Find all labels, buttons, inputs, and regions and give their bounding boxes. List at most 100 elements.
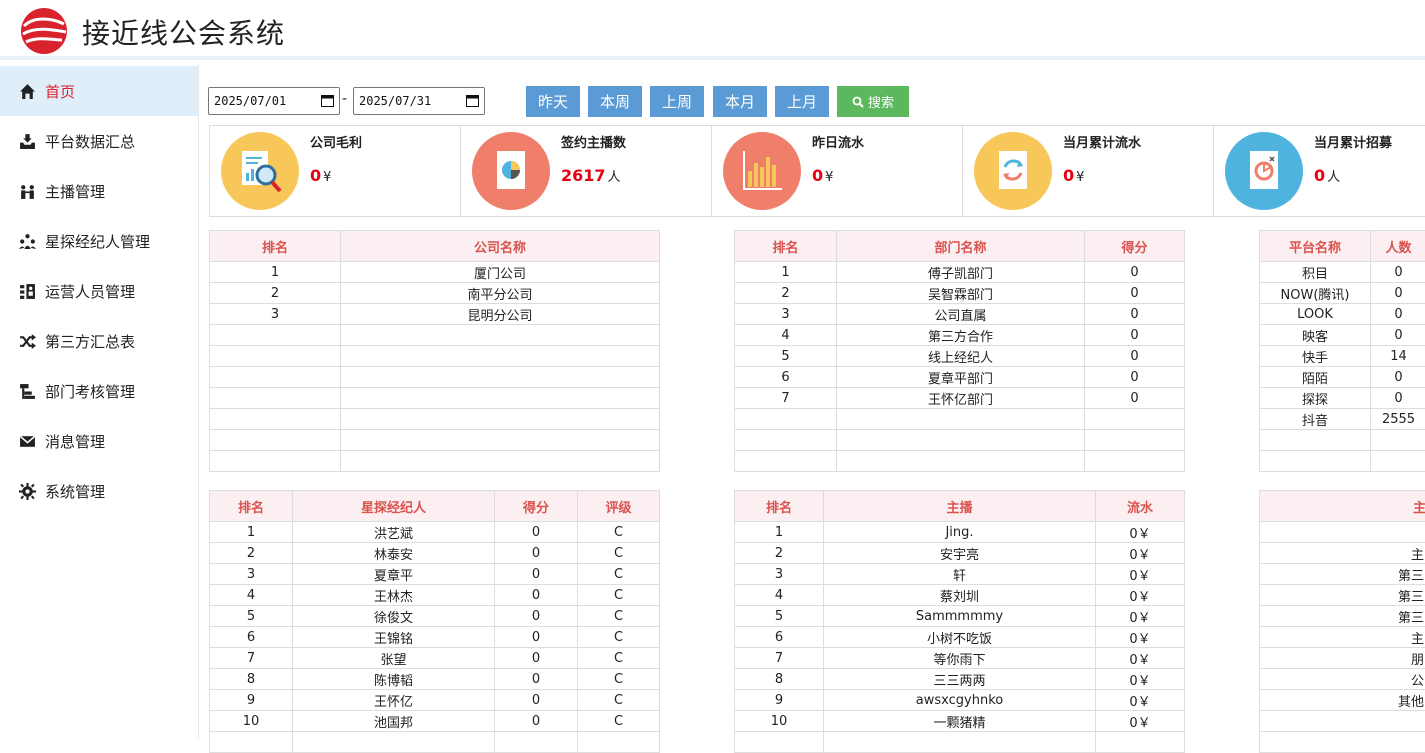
table-row: 9awsxcgyhnko0￥ bbox=[735, 690, 1185, 711]
table-cell: 1 bbox=[210, 262, 341, 283]
table-cell: 14 bbox=[1371, 346, 1425, 367]
table-cell bbox=[210, 346, 341, 367]
calendar-icon[interactable] bbox=[466, 94, 479, 107]
table-row: 10池国邦0C bbox=[210, 711, 660, 732]
sidebar-item-streamer[interactable]: 主播管理 bbox=[0, 166, 198, 216]
stat-card-gross-profit: 公司毛利 0¥ bbox=[210, 126, 461, 216]
sidebar-item-agent[interactable]: 星探经纪人管理 bbox=[0, 216, 198, 266]
start-date-input[interactable]: 2025/07/01 bbox=[208, 87, 340, 115]
date-separator: - bbox=[342, 91, 347, 107]
table-cell bbox=[1371, 451, 1425, 472]
table-cell: 5 bbox=[735, 606, 824, 627]
table-row: 4第三方合作0 bbox=[735, 325, 1185, 346]
this-month-button[interactable]: 本月 bbox=[713, 86, 767, 117]
yesterday-button[interactable]: 昨天 bbox=[526, 86, 580, 117]
company-ranking-table: 排名公司名称1厦门公司2南平分公司3昆明分公司 bbox=[209, 230, 660, 472]
stat-card-monthly-recruitment: 当月累计招募 0人 bbox=[1214, 126, 1425, 216]
table-header-row: 排名部门名称得分 bbox=[735, 231, 1185, 262]
table-cell: 0￥ bbox=[1096, 669, 1185, 690]
table-cell bbox=[837, 430, 1085, 451]
this-week-button[interactable]: 本周 bbox=[588, 86, 642, 117]
column-header: 主播 bbox=[824, 491, 1096, 522]
table-cell: 4 bbox=[735, 585, 824, 606]
stat-number: 0 bbox=[1063, 166, 1074, 185]
table-row: 抖音2555 bbox=[1260, 409, 1425, 430]
table-row: 3公司直属0 bbox=[735, 304, 1185, 325]
table-cell: 0￥ bbox=[1096, 564, 1185, 585]
table-row bbox=[1260, 711, 1425, 732]
sidebar-item-platform-summary[interactable]: 平台数据汇总 bbox=[0, 116, 198, 166]
bar-chart-icon bbox=[723, 132, 801, 210]
table-cell bbox=[1260, 451, 1371, 472]
table-cell: 0￥ bbox=[1096, 543, 1185, 564]
table-cell: 三三两两 bbox=[824, 669, 1096, 690]
pie-document-icon bbox=[472, 132, 550, 210]
table-row bbox=[210, 732, 660, 753]
table-cell: 王锦铭 bbox=[293, 627, 495, 648]
sidebar-item-third-party[interactable]: 第三方汇总表 bbox=[0, 316, 198, 366]
table-cell: 一颗猪精 bbox=[824, 711, 1096, 732]
table-cell bbox=[1085, 409, 1185, 430]
table-row bbox=[210, 409, 660, 430]
table-cell: 第三 bbox=[1260, 585, 1425, 606]
table-cell: 徐俊文 bbox=[293, 606, 495, 627]
table-row bbox=[210, 388, 660, 409]
stat-card-yesterday-revenue: 昨日流水 0¥ bbox=[712, 126, 963, 216]
table-cell bbox=[735, 409, 837, 430]
table-cell: 0 bbox=[495, 564, 578, 585]
table-cell: 3 bbox=[735, 564, 824, 585]
table-cell: 0 bbox=[1371, 367, 1425, 388]
table-row: 9王怀亿0C bbox=[210, 690, 660, 711]
table-cell: 0 bbox=[495, 543, 578, 564]
table-cell bbox=[341, 325, 660, 346]
table-cell: 傅子凯部门 bbox=[837, 262, 1085, 283]
table-cell: C bbox=[578, 522, 660, 543]
sidebar-item-home[interactable]: 首页 bbox=[0, 66, 198, 116]
table-header-row: 平台名称人数 bbox=[1260, 231, 1425, 262]
logo-icon bbox=[18, 6, 70, 56]
table-cell: 朋 bbox=[1260, 648, 1425, 669]
table-row bbox=[735, 430, 1185, 451]
sidebar-item-label: 首页 bbox=[45, 81, 75, 102]
column-header: 排名 bbox=[735, 231, 837, 262]
table-cell bbox=[1085, 451, 1185, 472]
table-row bbox=[1260, 732, 1425, 753]
table-cell: 0 bbox=[1371, 262, 1425, 283]
sidebar-item-system[interactable]: 系统管理 bbox=[0, 466, 198, 516]
column-header: 人数 bbox=[1371, 231, 1425, 262]
table-cell: 5 bbox=[735, 346, 837, 367]
table-cell: 0 bbox=[495, 585, 578, 606]
column-header: 评级 bbox=[578, 491, 660, 522]
last-month-button[interactable]: 上月 bbox=[775, 86, 829, 117]
sidebar-item-messages[interactable]: 消息管理 bbox=[0, 416, 198, 466]
stat-unit: 人 bbox=[608, 170, 621, 185]
table-cell: Jing. bbox=[824, 522, 1096, 543]
table-row bbox=[735, 409, 1185, 430]
table-cell: 王怀亿部门 bbox=[837, 388, 1085, 409]
sidebar-item-department[interactable]: 部门考核管理 bbox=[0, 366, 198, 416]
table-row: 主 bbox=[1260, 543, 1425, 564]
table-row: 陌陌0 bbox=[1260, 367, 1425, 388]
table-cell: C bbox=[578, 648, 660, 669]
table-cell: 主 bbox=[1260, 627, 1425, 648]
table-cell: 0 bbox=[495, 627, 578, 648]
stat-title: 公司毛利 bbox=[310, 132, 362, 151]
table-row: 积目0 bbox=[1260, 262, 1425, 283]
table-cell: 0￥ bbox=[1096, 522, 1185, 543]
search-button[interactable]: 搜索 bbox=[837, 86, 909, 117]
table-row: 6小树不吃饭0￥ bbox=[735, 627, 1185, 648]
table-cell: 0 bbox=[1085, 367, 1185, 388]
table-row: 第三 bbox=[1260, 564, 1425, 585]
end-date-input[interactable]: 2025/07/31 bbox=[353, 87, 485, 115]
table-header-row: 排名公司名称 bbox=[210, 231, 660, 262]
table-cell bbox=[341, 409, 660, 430]
table-cell: 等你雨下 bbox=[824, 648, 1096, 669]
calendar-icon[interactable] bbox=[321, 94, 334, 107]
table-cell bbox=[210, 451, 341, 472]
table-cell: C bbox=[578, 690, 660, 711]
table-cell: 10 bbox=[735, 711, 824, 732]
last-week-button[interactable]: 上周 bbox=[650, 86, 704, 117]
table-cell bbox=[341, 430, 660, 451]
table-cell: 主 bbox=[1260, 543, 1425, 564]
sidebar-item-operations[interactable]: 运营人员管理 bbox=[0, 266, 198, 316]
